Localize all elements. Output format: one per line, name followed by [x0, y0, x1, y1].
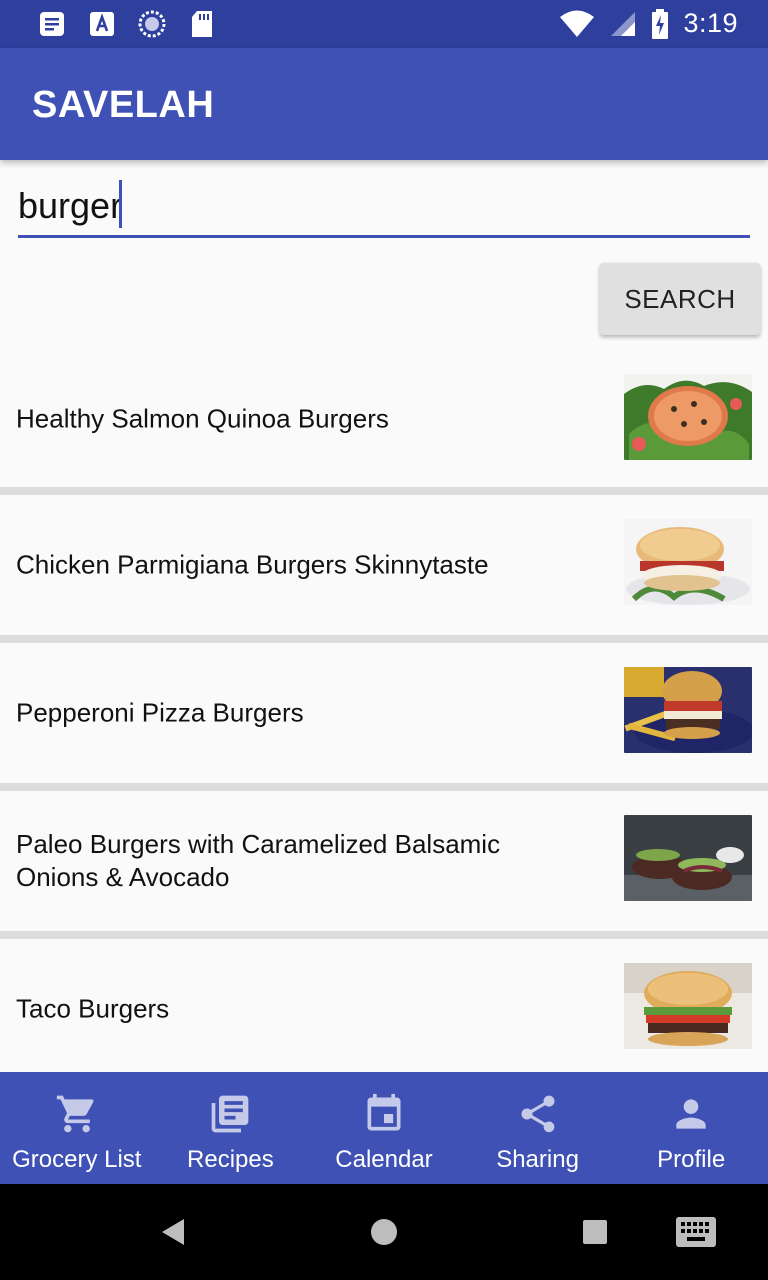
list-divider — [0, 635, 768, 643]
list-divider — [0, 783, 768, 791]
list-item[interactable]: Healthy Salmon Quinoa Burgers — [0, 350, 768, 487]
recipe-image[interactable] — [624, 815, 752, 901]
nav-label: Grocery List — [12, 1146, 142, 1173]
recipes-icon — [206, 1090, 254, 1138]
back-icon[interactable] — [148, 1208, 196, 1256]
search-field[interactable] — [18, 178, 750, 238]
search-input[interactable] — [18, 178, 750, 234]
list-item[interactable]: Paleo Burgers with Caramelized Balsamic … — [0, 791, 768, 931]
share-icon — [514, 1090, 562, 1138]
profile-icon — [667, 1090, 715, 1138]
cart-icon — [53, 1090, 101, 1138]
nav-label: Profile — [657, 1146, 726, 1173]
home-icon[interactable] — [360, 1208, 408, 1256]
status-bar: 3:19 — [0, 0, 768, 48]
recipe-title: Taco Burgers — [16, 993, 170, 1024]
nav-label: Calendar — [335, 1146, 433, 1173]
signal-icon — [609, 10, 637, 38]
recipe-image[interactable] — [624, 667, 752, 753]
results-list: Healthy Salmon Quinoa Burgers Chicken Pa… — [0, 350, 768, 1072]
recipe-title: Paleo Burgers with Caramelized Balsamic … — [16, 829, 501, 892]
nav-item-recipes[interactable]: Recipes — [154, 1072, 308, 1184]
nav-label: Sharing — [496, 1146, 579, 1173]
keyboard-icon[interactable] — [672, 1208, 720, 1256]
recipe-image[interactable] — [624, 374, 752, 460]
text-caret — [119, 180, 122, 228]
notes-icon — [38, 10, 66, 38]
nav-item-calendar[interactable]: Calendar — [307, 1072, 461, 1184]
list-item[interactable]: Chicken Parmigiana Burgers Skinnytaste — [0, 495, 768, 635]
bottom-navigation: Grocery List Recipes Calendar Sharing Pr… — [0, 1072, 768, 1184]
search-button[interactable]: SEARCH — [600, 263, 760, 335]
app-title: SAVELAH — [32, 84, 215, 126]
list-item[interactable]: Pepperoni Pizza Burgers — [0, 643, 768, 783]
font-a-icon — [88, 10, 116, 38]
calendar-icon — [360, 1090, 408, 1138]
clock: 3:19 — [683, 8, 738, 38]
wifi-icon — [559, 10, 595, 38]
list-divider — [0, 487, 768, 495]
nav-item-profile[interactable]: Profile — [614, 1072, 768, 1184]
recipe-title: Chicken Parmigiana Burgers Skinnytaste — [16, 549, 489, 580]
list-divider — [0, 931, 768, 939]
battery-charging-icon — [651, 8, 669, 39]
app-bar: SAVELAH — [0, 48, 768, 160]
recipe-title: Healthy Salmon Quinoa Burgers — [16, 403, 389, 433]
recents-icon[interactable] — [571, 1208, 619, 1256]
recipe-image[interactable] — [624, 963, 752, 1049]
nav-item-sharing[interactable]: Sharing — [461, 1072, 615, 1184]
nav-label: Recipes — [187, 1146, 274, 1173]
nav-item-grocery-list[interactable]: Grocery List — [0, 1072, 154, 1184]
loading-circle-icon — [138, 10, 166, 38]
system-navigation-bar — [0, 1184, 768, 1280]
recipe-image[interactable] — [624, 519, 752, 605]
list-item[interactable]: Taco Burgers — [0, 939, 768, 1072]
recipe-title: Pepperoni Pizza Burgers — [16, 697, 304, 728]
sd-card-icon — [188, 10, 216, 38]
